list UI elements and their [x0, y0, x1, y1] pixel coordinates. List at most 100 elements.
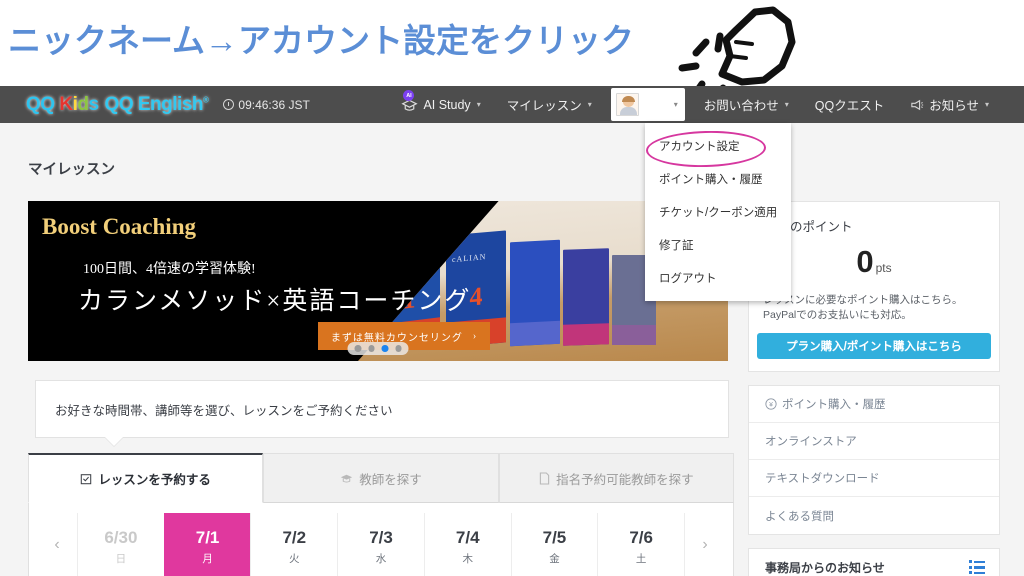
reserve-note: お好きな時間帯、講師等を選び、レッスンをご予約ください	[35, 380, 729, 438]
clock-icon	[223, 99, 235, 110]
chevron-down-icon: ▾	[984, 100, 989, 109]
page-root: ニックネーム→アカウント設定をクリック QQ Kids QQ English® …	[0, 0, 1024, 576]
sidebar-link-label: ポイント購入・履歴	[782, 399, 886, 412]
date-cell-7-5[interactable]: 7/5 金	[510, 513, 598, 576]
site-logo[interactable]: QQ Kids QQ English® 09:46:36 JST	[26, 94, 310, 116]
yen-circle-icon: ¥	[765, 398, 777, 411]
carousel-dot[interactable]	[368, 345, 375, 352]
date-weekday: 木	[462, 552, 473, 565]
notice-card: 事務局からのお知らせ	[748, 548, 1000, 576]
date-strip: ‹ 6/30 日 7/1 月 7/2 火 7/3 水 7/4 木 7/5 金 7…	[28, 503, 734, 576]
tab-find-reservable-teacher[interactable]: 指名予約可能教師を探す	[498, 453, 734, 503]
nav-label-news: お知らせ	[929, 99, 979, 113]
account-dropdown-menu: アカウント設定 ポイント購入・履歴 チケット/クーポン適用 修了証 ログアウト	[645, 123, 791, 301]
points-desc-line2: PayPalでのお支払いにも対応。	[763, 309, 912, 322]
promo-banner[interactable]: CALLAN 1 cALIAN 4 Boost Coaching 100日間、4…	[28, 201, 728, 361]
chevron-right-icon: ›	[472, 330, 478, 342]
account-menu-button[interactable]: ▾	[610, 88, 685, 121]
banner-subtitle: 100日間、4倍速の学習体験!	[83, 262, 256, 277]
date-number: 7/5	[542, 527, 567, 547]
dropdown-item-account-settings[interactable]: アカウント設定	[645, 129, 791, 162]
page-body: マイレッスン CALLAN 1 cALIAN 4 Boost Coaching …	[0, 123, 1024, 576]
dropdown-item-point-history[interactable]: ポイント購入・履歴	[645, 162, 791, 195]
sidebar-links-card: ¥ ポイント購入・履歴 オンラインストア テキストダウンロード よくある質問	[748, 385, 1000, 536]
date-weekday: 水	[375, 552, 387, 565]
chevron-down-icon: ▾	[784, 100, 789, 109]
tab-reserve-lesson[interactable]: レッスンを予約する	[28, 453, 264, 503]
nav-label-my-lesson: マイレッスン	[506, 99, 582, 113]
site-header: QQ Kids QQ English® 09:46:36 JST AI AI S…	[0, 86, 1024, 123]
date-number: 7/3	[369, 527, 393, 547]
date-number: 6/30	[104, 527, 138, 547]
sidebar-link-point-history[interactable]: ¥ ポイント購入・履歴	[749, 386, 999, 424]
date-cells: 6/30 日 7/1 月 7/2 火 7/3 水 7/4 木 7/5 金 7/6…	[77, 513, 686, 576]
graduation-cap-icon	[341, 474, 353, 483]
nav-item-ai-study[interactable]: AI AI Study ▾	[388, 86, 493, 123]
date-weekday: 月	[202, 552, 213, 565]
annotation-banner: ニックネーム→アカウント設定をクリック	[0, 0, 1024, 106]
header-nav: AI AI Study ▾ マイレッスン ▾ ▾ お問い合わせ ▾ QQクエスト…	[388, 86, 1002, 123]
tab-label-find-reservable-teacher: 指名予約可能教師を探す	[556, 472, 694, 487]
date-cell-7-2[interactable]: 7/2 火	[250, 513, 337, 576]
buy-points-button[interactable]: プラン購入/ポイント購入はこちら	[757, 333, 991, 360]
date-weekday: 金	[549, 552, 560, 565]
carousel-dot[interactable]	[354, 345, 361, 352]
note-arrow	[105, 437, 123, 446]
chevron-down-icon: ▾	[476, 100, 481, 109]
calendar-check-icon	[81, 473, 92, 484]
annotation-text: ニックネーム→アカウント設定をクリック	[8, 22, 635, 59]
date-number: 7/2	[282, 527, 307, 547]
date-weekday: 火	[289, 552, 300, 565]
carousel-dot[interactable]	[395, 345, 402, 352]
date-weekday: 日	[115, 552, 127, 565]
date-cell-7-1[interactable]: 7/1 月	[163, 513, 251, 576]
date-number: 7/1	[195, 527, 220, 547]
megaphone-icon	[911, 99, 924, 110]
dropdown-item-ticket-coupon[interactable]: チケット/クーポン適用	[645, 195, 791, 228]
date-cell-6-30[interactable]: 6/30 日	[77, 513, 164, 576]
list-icon[interactable]	[969, 560, 986, 574]
points-unit: pts	[875, 261, 892, 275]
sidebar-link-label: オンラインストア	[765, 436, 857, 449]
date-cell-7-4[interactable]: 7/4 木	[423, 513, 511, 576]
next-week-button[interactable]: ›	[685, 513, 725, 576]
banner-title: Boost Coaching	[42, 214, 196, 239]
sidebar-link-label: よくある質問	[765, 510, 834, 523]
date-cell-7-3[interactable]: 7/3 水	[337, 513, 424, 576]
notice-header: 事務局からのお知らせ	[749, 549, 999, 576]
nav-item-qq-quest[interactable]: QQクエスト	[802, 86, 897, 123]
nav-item-my-lesson[interactable]: マイレッスン ▾	[494, 86, 605, 123]
book-3	[510, 239, 560, 347]
points-desc-line1: レッスンに必要なポイント購入はこちら。	[763, 294, 963, 306]
carousel-dot-active[interactable]	[381, 345, 388, 352]
dropdown-item-logout[interactable]: ログアウト	[645, 261, 791, 294]
prev-week-button[interactable]: ‹	[37, 513, 77, 576]
sidebar-link-faq[interactable]: よくある質問	[749, 497, 999, 534]
carousel-dots[interactable]	[347, 341, 409, 355]
tab-label-reserve-lesson: レッスンを予約する	[98, 473, 211, 487]
graduation-cap-icon: AI	[401, 90, 419, 113]
avatar	[615, 93, 639, 116]
date-number: 7/6	[629, 527, 653, 547]
logo-qqkids: QQ Kids	[26, 93, 99, 115]
sidebar-link-text-download[interactable]: テキストダウンロード	[749, 460, 999, 498]
tab-label-find-teacher: 教師を探す	[359, 472, 422, 487]
nav-item-contact[interactable]: お問い合わせ ▾	[691, 86, 802, 123]
banner-headline: カランメソッド×英語コーチング	[78, 288, 472, 315]
tab-find-teacher[interactable]: 教師を探す	[263, 453, 499, 503]
svg-text:¥: ¥	[769, 402, 773, 409]
page-title: マイレッスン	[28, 162, 115, 178]
dropdown-item-certificate[interactable]: 修了証	[645, 228, 791, 261]
nav-item-news[interactable]: お知らせ ▾	[897, 86, 1002, 123]
nav-label-ai-study: AI Study	[423, 97, 471, 112]
sidebar-link-label: テキストダウンロード	[765, 473, 880, 486]
date-cell-7-6[interactable]: 7/6 土	[597, 513, 686, 576]
date-weekday: 土	[635, 552, 647, 565]
chevron-down-icon: ▾	[673, 100, 678, 109]
reserve-note-text: お好きな時間帯、講師等を選び、レッスンをご予約ください	[55, 403, 393, 418]
server-clock: 09:46:36 JST	[223, 98, 310, 112]
date-number: 7/4	[455, 527, 480, 547]
chevron-down-icon: ▾	[587, 100, 592, 109]
sidebar-link-online-store[interactable]: オンラインストア	[749, 423, 999, 461]
reserve-tabs: レッスンを予約する 教師を探す 指名予約可能教師を探す	[28, 453, 734, 503]
